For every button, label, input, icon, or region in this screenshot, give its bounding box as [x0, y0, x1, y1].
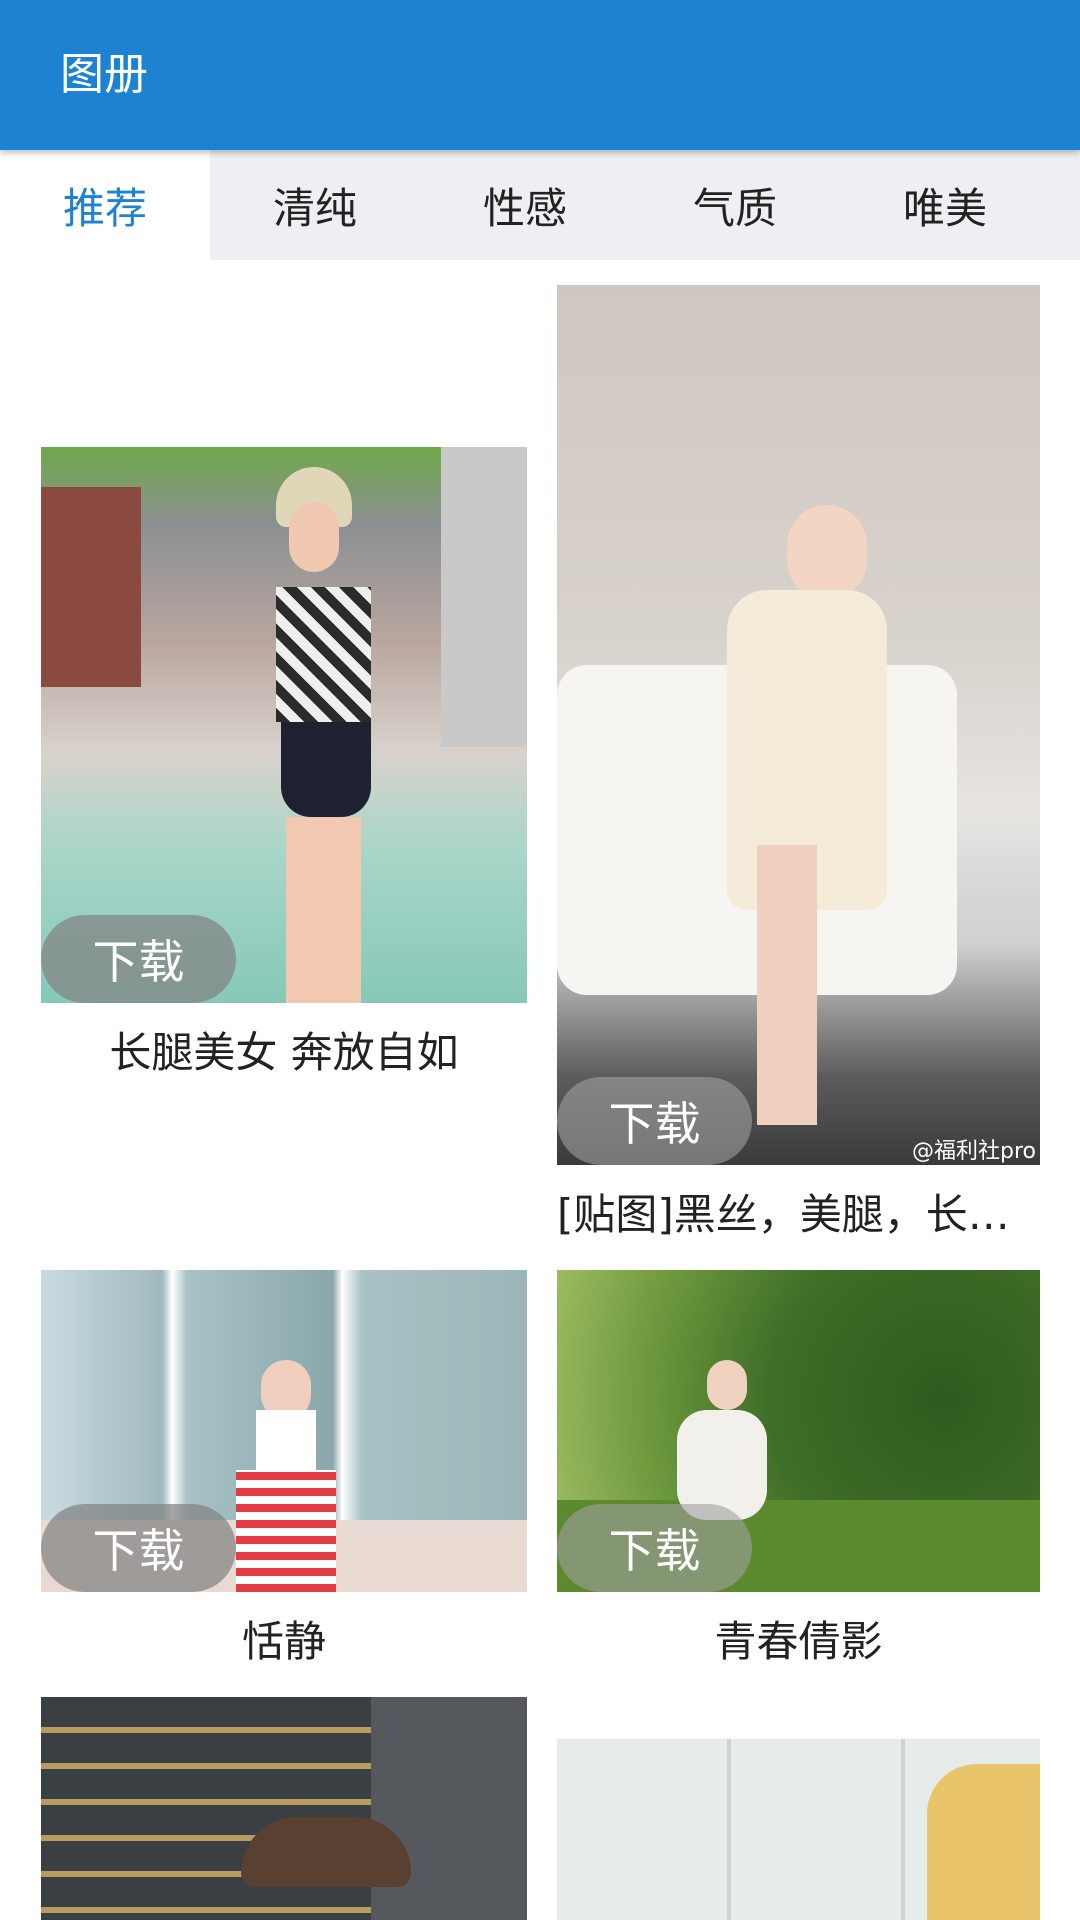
album-card[interactable]: 下载 青春倩影: [557, 1270, 1040, 1692]
photo-watermark: @福利社pro: [912, 1139, 1036, 1164]
legs-shape: [757, 845, 817, 1125]
legs-shape: [286, 817, 361, 1003]
album-cover-image[interactable]: [41, 1697, 527, 1920]
tab-aesthetic[interactable]: 唯美: [840, 150, 1050, 260]
album-caption: 长腿美女 奔放自如: [109, 1028, 459, 1077]
download-button[interactable]: 下载: [41, 915, 236, 1003]
album-caption: 恬静: [241, 1617, 326, 1666]
face-shape: [289, 502, 339, 572]
album-card[interactable]: [557, 1739, 1040, 1920]
app-bar: 图册: [0, 0, 1080, 150]
swimsuit-shape: [281, 722, 371, 817]
album-card[interactable]: @福利社pro 下载 [贴图]黑丝，美腿，长期...: [557, 285, 1040, 1265]
album-card[interactable]: 下载 长腿美女 奔放自如: [41, 447, 527, 1103]
category-tab-bar: 推荐 清纯 性感 气质 唯美: [0, 150, 1080, 260]
album-card[interactable]: 下载 恬静: [41, 1270, 527, 1692]
app-title: 图册: [60, 49, 148, 100]
top-shape: [276, 587, 371, 722]
photo-grid: 下载 长腿美女 奔放自如 @福利社pro 下载 [贴图]黑丝，美腿，长期... …: [0, 260, 1080, 1920]
download-button[interactable]: 下载: [557, 1077, 752, 1165]
album-cover-image[interactable]: 下载: [41, 1270, 527, 1592]
building-shape: [41, 487, 141, 687]
tab-pure[interactable]: 清纯: [210, 150, 420, 260]
album-cover-image[interactable]: @福利社pro 下载: [557, 285, 1040, 1165]
skirt-shape: [236, 1470, 336, 1592]
building-shape: [441, 447, 527, 747]
hat-shape: [241, 1817, 411, 1887]
tab-elegant[interactable]: 气质: [630, 150, 840, 260]
album-cover-image[interactable]: [557, 1739, 1040, 1920]
album-card[interactable]: [41, 1697, 527, 1920]
face-shape: [787, 505, 867, 600]
top-shape: [256, 1410, 316, 1470]
album-caption: 青春倩影: [714, 1617, 883, 1666]
album-cover-image[interactable]: 下载: [41, 447, 527, 1003]
tab-recommended[interactable]: 推荐: [0, 150, 210, 260]
album-cover-image[interactable]: 下载: [557, 1270, 1040, 1592]
tab-sexy[interactable]: 性感: [420, 150, 630, 260]
download-button[interactable]: 下载: [41, 1504, 236, 1592]
mural-shape: [927, 1764, 1040, 1920]
album-caption: [贴图]黑丝，美腿，长期...: [557, 1190, 1040, 1239]
face-shape: [707, 1360, 747, 1410]
download-button[interactable]: 下载: [557, 1504, 752, 1592]
